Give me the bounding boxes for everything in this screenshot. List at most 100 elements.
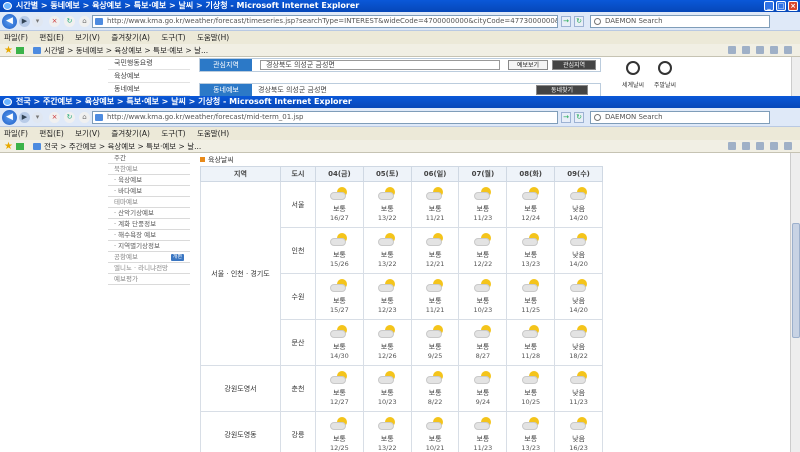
forecast-content: 보통 9/25 [412,321,459,365]
stop-icon[interactable]: × [49,16,60,27]
sidebar-item[interactable]: · 계화 단풍정보 [108,219,190,230]
menu-help[interactable]: 도움말(H) [197,33,229,42]
bicycle-icon[interactable] [658,61,672,75]
sidebar-item[interactable]: · 산악기상예보 [108,208,190,219]
search-icon [594,18,601,25]
sidebar-item[interactable]: 테마예보 [108,197,190,208]
menu-view[interactable]: 보기(V) [75,33,100,42]
sidebar-item[interactable]: 주간 [108,153,190,164]
forecast-content: 보통 14/30 [316,321,363,365]
menu-help[interactable]: 도움말(H) [197,129,229,138]
precip-level: 보통 [524,434,538,443]
menu-edit[interactable]: 편집(E) [39,129,63,138]
precip-level: 낮음 [572,204,586,213]
go-button[interactable]: → [561,16,571,27]
page-menu-icon[interactable] [770,46,778,54]
window-titlebar[interactable]: 전국 > 주간예보 > 육상예보 > 특보·예보 > 날씨 > 기상청 - Mi… [0,96,800,108]
sidebar-timeseries: 국민행동요령 육상예보 동네예보 [108,57,190,96]
sidebar-item[interactable]: 공항예보 개편 [108,252,190,263]
add-favorite-icon[interactable] [16,143,24,150]
view-forecast-button[interactable]: 예보보기 [508,60,548,70]
sidebar-item[interactable]: 동네예보 [108,83,190,96]
back-button[interactable]: ◀ [2,14,17,29]
scrollbar[interactable] [790,153,800,452]
refresh-icon[interactable]: ↻ [64,16,75,27]
menu-tools[interactable]: 도구(T) [161,33,185,42]
menu-file[interactable]: 파일(F) [4,129,28,138]
world-weather-label[interactable]: 세계날씨 [622,80,644,89]
sidebar-item[interactable]: 육상예보 [108,70,190,83]
temperature-range: 10/25 [521,397,541,406]
city-cell[interactable]: 강릉 [280,411,316,452]
sidebar-item[interactable]: · 지역별기상정보 [108,241,190,252]
menu-view[interactable]: 보기(V) [75,129,100,138]
home-icon[interactable]: ⌂ [79,16,90,27]
forecast-cell: 보통 12/25 [315,411,364,452]
temperature-range: 16/27 [330,213,349,222]
scrollbar-thumb[interactable] [792,223,800,338]
weekend-weather-label[interactable]: 주말날씨 [654,80,676,89]
window-titlebar[interactable]: 시간별 > 동네예보 > 육상예보 > 특보·예보 > 날씨 > 기상청 - M… [0,0,800,12]
dropdown-icon[interactable]: ▾ [32,112,43,123]
page-menu-icon[interactable] [770,142,778,150]
temperature-range: 12/23 [377,305,397,314]
refresh-icon[interactable]: ↻ [64,112,75,123]
stop-icon[interactable]: × [49,112,60,123]
home-icon[interactable] [728,46,736,54]
dropdown-icon[interactable]: ▾ [32,16,43,27]
tools-icon[interactable] [784,46,792,54]
search-input[interactable]: DAEMON Search [590,111,770,124]
tab-weekly[interactable]: 전국 > 주간예보 > 육상예보 > 특보·예보 > 날... [32,141,201,152]
home-icon[interactable] [728,142,736,150]
print-icon[interactable] [756,142,764,150]
menu-edit[interactable]: 편집(E) [39,33,63,42]
close-icon[interactable]: × [788,1,798,11]
temperature-range: 11/25 [521,305,541,314]
menu-favorites[interactable]: 즐겨찾기(A) [111,33,150,42]
city-cell[interactable]: 문산 [280,319,316,366]
address-bar[interactable]: http://www.kma.go.kr/weather/forecast/ti… [92,15,558,28]
globe-icon[interactable] [626,61,640,75]
city-cell[interactable]: 인천 [280,227,316,274]
maximize-icon[interactable]: □ [776,1,786,11]
go-button[interactable]: → [561,112,571,123]
back-button[interactable]: ◀ [2,110,17,125]
temperature-range: 11/21 [425,305,445,314]
star-icon[interactable]: ★ [4,141,13,152]
menu-favorites[interactable]: 즐겨찾기(A) [111,129,150,138]
sidebar-item[interactable]: 북한예보 [108,164,190,175]
sidebar-item[interactable]: · 바다예보 [108,186,190,197]
refresh-small-button[interactable]: ↻ [574,16,584,27]
scrollbar[interactable] [791,57,800,96]
search-input[interactable]: DAEMON Search [590,15,770,28]
add-favorite-icon[interactable] [16,47,24,54]
forward-button[interactable]: ▶ [19,112,30,123]
interest-area-button[interactable]: 관심지역 [552,60,596,70]
temperature-range: 14/20 [569,259,588,268]
minimize-icon[interactable]: _ [764,1,774,11]
sidebar-item[interactable]: 엘니뇨 · 라니냐전망 [108,263,190,274]
sidebar-item[interactable]: 예보평가 [108,274,190,285]
find-dong-button[interactable]: 동네찾기 [536,85,588,95]
star-icon[interactable]: ★ [4,45,13,56]
address-bar[interactable]: http://www.kma.go.kr/weather/forecast/mi… [92,111,558,124]
feeds-icon[interactable] [742,142,750,150]
sidebar-item[interactable]: · 육상예보 [108,175,190,186]
city-cell[interactable]: 서울 [280,181,316,228]
print-icon[interactable] [756,46,764,54]
forecast-cell: 보통 12/24 [506,181,556,228]
home-icon[interactable]: ⌂ [79,112,90,123]
forecast-cell: 보통 13/23 [506,227,556,274]
forward-button[interactable]: ▶ [19,16,30,27]
sidebar-item[interactable]: 국민행동요령 [108,57,190,70]
city-cell[interactable]: 춘천 [280,365,316,412]
tab-timeseries[interactable]: 시간별 > 동네예보 > 육상예보 > 특보·예보 > 날... [32,45,208,56]
city-cell[interactable]: 수원 [280,273,316,320]
tab-label: 전국 > 주간예보 > 육상예보 > 특보·예보 > 날... [44,142,202,151]
refresh-small-button[interactable]: ↻ [574,112,584,123]
menu-file[interactable]: 파일(F) [4,33,28,42]
feeds-icon[interactable] [742,46,750,54]
tools-icon[interactable] [784,142,792,150]
sidebar-item[interactable]: · 해수욕장 예보 [108,230,190,241]
menu-tools[interactable]: 도구(T) [161,129,185,138]
